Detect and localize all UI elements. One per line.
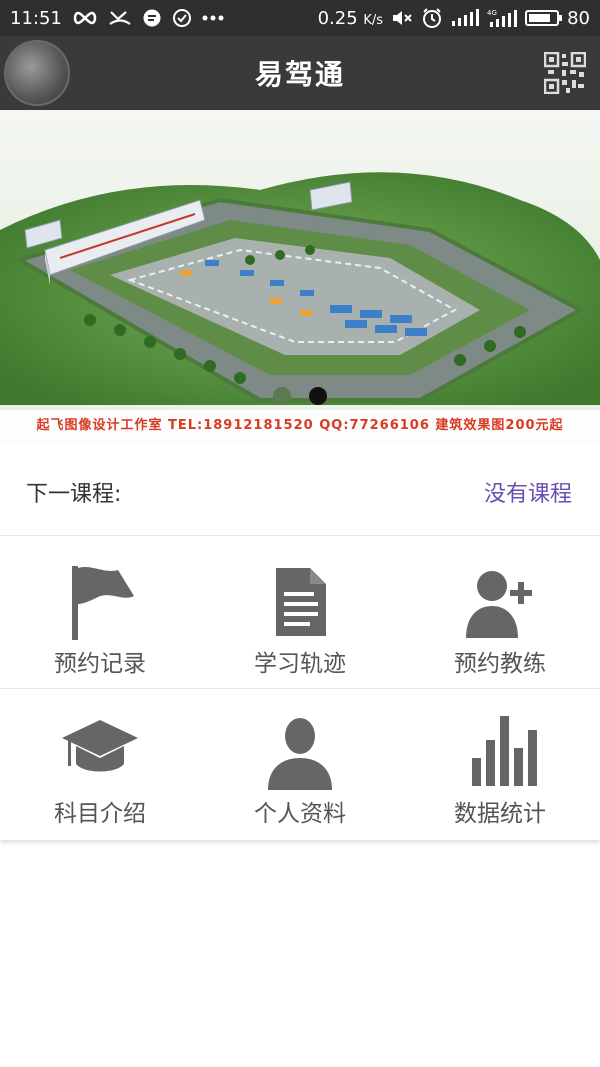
grid-item-booking-record[interactable]: 预约记录 <box>0 540 200 688</box>
grid-item-statistics[interactable]: 数据统计 <box>400 690 600 838</box>
grid-label: 科目介绍 <box>54 801 146 827</box>
infinity-icon <box>72 11 98 25</box>
battery-percent: 80 <box>567 7 590 29</box>
flag-icon <box>72 566 134 640</box>
mute-icon <box>391 9 413 27</box>
alarm-icon <box>421 7 443 29</box>
signal-4g-icon: 4G <box>487 8 518 28</box>
grid-item-subject-intro[interactable]: 科目介绍 <box>0 690 200 838</box>
grid-label: 预约记录 <box>54 651 146 677</box>
qr-code-icon[interactable] <box>543 51 587 95</box>
grid-label: 个人资料 <box>254 801 346 827</box>
grid-label: 预约教练 <box>454 651 546 677</box>
network-speed: 0.25 K/s <box>317 7 384 29</box>
carousel-dots <box>0 387 600 409</box>
carousel-dot-active[interactable] <box>308 387 327 405</box>
banner-caption: 起飞图像设计工作室 TEL:18912181520 QQ:77266106 建筑… <box>36 418 564 433</box>
next-course-label: 下一课程: <box>26 482 122 507</box>
person-icon <box>268 718 332 790</box>
graduation-cap-icon <box>62 720 138 772</box>
grid-label: 学习轨迹 <box>254 651 346 677</box>
clock: 11:51 <box>10 7 62 29</box>
next-course-value[interactable]: 没有课程 <box>484 476 572 508</box>
svg-text:4G: 4G <box>487 9 497 17</box>
avatar[interactable] <box>4 40 70 106</box>
status-bar: 11:51 0.25 K/s 4G 80 <box>0 0 600 36</box>
check-circle-icon <box>172 8 192 28</box>
grid-label: 数据统计 <box>454 801 546 827</box>
carousel-dot[interactable] <box>273 387 292 405</box>
signal-icon <box>451 9 480 27</box>
more-icon <box>202 15 224 21</box>
grid-item-learning-track[interactable]: 学习轨迹 <box>200 540 400 688</box>
grid-item-book-coach[interactable]: 预约教练 <box>400 540 600 688</box>
missed-call-icon <box>108 9 132 27</box>
message-icon <box>142 8 162 28</box>
document-icon <box>276 568 326 636</box>
banner-carousel[interactable]: 起飞图像设计工作室 TEL:18912181520 QQ:77266106 建筑… <box>0 110 600 443</box>
battery-icon <box>525 10 563 26</box>
grid-item-profile[interactable]: 个人资料 <box>200 690 400 838</box>
bar-chart-icon <box>472 716 537 786</box>
add-user-icon <box>466 571 532 638</box>
page-title: 易驾通 <box>254 58 345 91</box>
app-bar: 易驾通 <box>0 36 600 110</box>
feature-grid: 预约记录 学习轨迹 预约教练 科目介绍 个人资料 数据统计 <box>0 540 600 840</box>
next-course-row[interactable]: 下一课程: 没有课程 <box>0 443 600 536</box>
